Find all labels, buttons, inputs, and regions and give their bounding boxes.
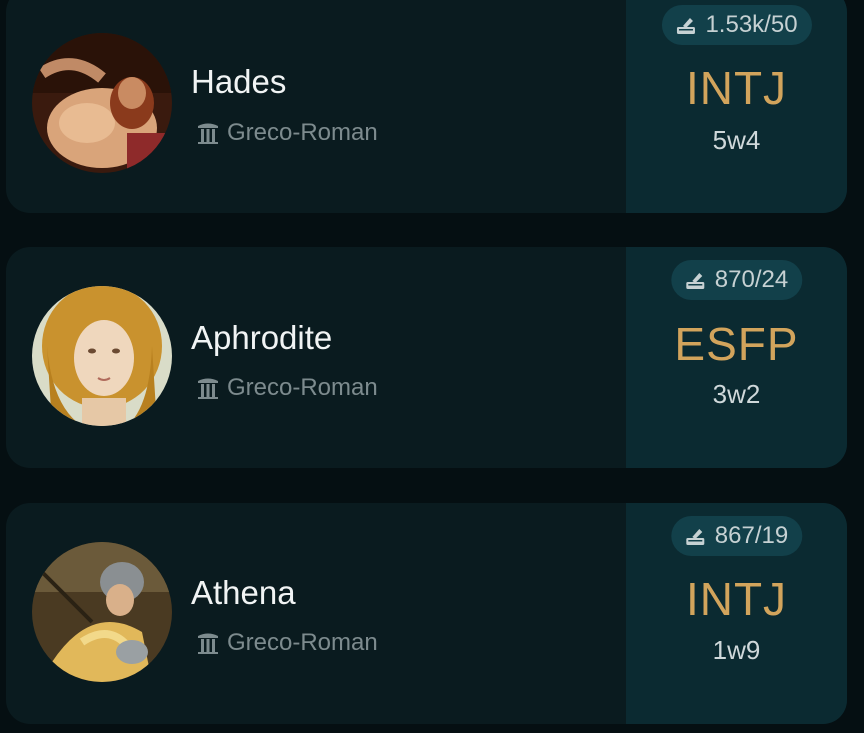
category-label: Greco-Roman (227, 629, 378, 656)
vote-count-badge[interactable]: 870/24 (670, 260, 803, 300)
vote-ballot-icon (673, 13, 697, 37)
profile-card-aphrodite[interactable]: Aphrodite Greco-Roman 870/24 ESFP 3w2 (6, 247, 847, 468)
greek-column-icon (195, 120, 221, 146)
personality-type-panel: 1.53k/50 INTJ 5w4 (626, 0, 847, 213)
mbti-type: INTJ (685, 573, 788, 625)
avatar-image-hades (32, 33, 172, 173)
category-label: Greco-Roman (227, 374, 378, 401)
avatar[interactable] (32, 33, 172, 173)
avatar[interactable] (32, 542, 172, 682)
vote-ballot-icon (683, 524, 707, 548)
avatar-image-aphrodite (32, 286, 172, 426)
avatar[interactable] (32, 286, 172, 426)
profile-category: Greco-Roman (195, 374, 378, 402)
greek-column-icon (195, 375, 221, 401)
enneagram-type: 1w9 (712, 635, 761, 665)
profile-card-athena[interactable]: Athena Greco-Roman 867/19 INTJ 1w9 (6, 503, 847, 724)
personality-type-panel: 867/19 INTJ 1w9 (626, 503, 847, 724)
vote-count: 1.53k/50 (705, 11, 798, 38)
vote-count: 870/24 (714, 266, 789, 293)
avatar-image-athena (32, 542, 172, 682)
vote-count-badge[interactable]: 1.53k/50 (661, 5, 812, 45)
profile-card-hades[interactable]: Hades Greco-Roman 1.53k/50 INTJ 5w4 (6, 0, 847, 213)
vote-ballot-icon (683, 268, 707, 292)
profile-category: Greco-Roman (195, 119, 378, 147)
mbti-type: INTJ (685, 62, 788, 114)
profile-list: Hades Greco-Roman 1.53k/50 INTJ 5w4 Aphr… (0, 0, 864, 733)
profile-category: Greco-Roman (195, 629, 378, 657)
profile-name[interactable]: Aphrodite (191, 318, 332, 358)
profile-name[interactable]: Hades (191, 62, 286, 102)
mbti-type: ESFP (674, 318, 799, 370)
vote-count-badge[interactable]: 867/19 (670, 516, 803, 556)
enneagram-type: 3w2 (712, 379, 761, 409)
greek-column-icon (195, 630, 221, 656)
personality-type-panel: 870/24 ESFP 3w2 (626, 247, 847, 468)
enneagram-type: 5w4 (712, 125, 761, 155)
category-label: Greco-Roman (227, 119, 378, 146)
profile-name[interactable]: Athena (191, 573, 296, 613)
vote-count: 867/19 (714, 522, 789, 549)
